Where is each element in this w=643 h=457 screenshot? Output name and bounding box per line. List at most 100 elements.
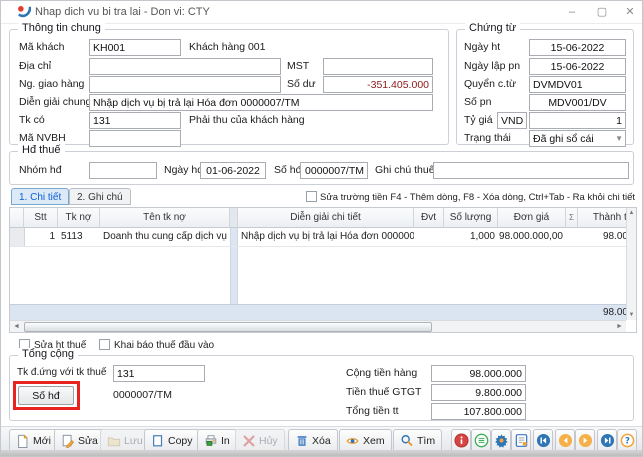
mst-input[interactable] [323,58,433,75]
nav-next-icon [578,433,593,448]
exchange-rate-label: Tỷ giá [464,114,493,126]
cell-dvt [414,228,444,246]
vat-amount-field[interactable] [431,384,526,401]
print-button[interactable]: In [197,429,237,452]
table-row[interactable]: 1 5113 Doanh thu cung cấp dịch vụ Nhập d… [10,228,626,247]
voucher-date-field[interactable] [529,58,626,75]
goods-total-label: Cộng tiền hàng [346,367,417,379]
header-don-gia[interactable]: Đơn giá [498,208,566,228]
input-tax-declare-label: Khai báo thuế đầu vào [114,340,214,351]
copy-label: Copy [168,435,193,447]
tax-note-input[interactable] [433,162,629,179]
cell-ten-tk-no: Doanh thu cung cấp dịch vụ [100,228,230,246]
input-tax-declare-checkbox[interactable] [99,339,110,350]
nav-last-icon [600,433,615,448]
header-sigma[interactable]: Σ [566,208,578,228]
voucher-number-field[interactable] [529,94,626,111]
invoice-number-field[interactable] [300,162,368,179]
tax-offset-account-input[interactable] [113,365,205,382]
scroll-left-icon[interactable]: ◄ [10,321,23,333]
cell-dien-giai: Nhập dịch vụ bị trả lại Hóa đơn 0000007/… [238,228,414,246]
view-button[interactable]: Xem [339,429,392,452]
balance-field[interactable] [323,76,433,93]
customer-name-text: Khách hàng 001 [189,41,265,53]
voucher-book-field[interactable] [529,76,626,93]
info-button[interactable] [451,429,471,452]
scroll-up-icon[interactable]: ▲ [627,208,636,218]
general-description-input[interactable] [89,94,433,111]
cell-don-gia: 98.000.000,00 [492,228,566,246]
minimize-button[interactable]: – [559,3,585,21]
tab-chi-tiet[interactable]: 1. Chi tiết [11,188,69,205]
header-ten-tk-no[interactable]: Tên tk nợ [100,208,230,228]
maximize-button[interactable]: ▢ [589,3,615,21]
delete-button[interactable]: Xóa [288,429,338,452]
invoice-number-button[interactable]: Số hđ [18,386,74,405]
header-indicator [10,208,24,228]
scroll-down-icon[interactable]: ▼ [627,310,636,320]
edit-money-field-checkbox[interactable] [306,191,317,202]
nav-prev-icon [558,433,573,448]
cancel-button: Hủy [235,429,285,452]
invoice-number-label: Số hđ [274,164,301,176]
horizontal-scrollbar[interactable]: ◄ ► [10,320,626,333]
copy-button[interactable]: Copy [144,429,200,452]
posting-date-field[interactable] [529,39,626,56]
tab-ghi-chu[interactable]: 2. Ghi chú [69,188,131,205]
window-title: Nhap dich vu bi tra lai - Don vi: CTY [35,6,210,18]
edit-button[interactable]: Sửa [54,429,105,452]
grand-total-field[interactable] [431,403,526,420]
horizontal-scroll-thumb[interactable] [24,322,432,332]
help-icon: ? [620,433,635,448]
find-label: Tìm [417,435,435,447]
new-button[interactable]: Mới [9,429,58,452]
salesperson-input[interactable] [89,130,181,147]
header-so-luong[interactable]: Số lượng [444,208,498,228]
nav-last-button[interactable] [597,429,617,452]
invoice-group-input[interactable] [89,162,157,179]
save-button: Lưu [100,429,150,452]
invoice-date-field[interactable] [200,162,266,179]
status-dropdown[interactable]: Đã ghi sổ cái ▼ [529,130,626,147]
header-splitter[interactable] [230,208,238,228]
credit-account-input[interactable] [89,112,181,129]
row-indicator [10,228,25,246]
settings-button[interactable] [491,429,511,452]
voucher-date-label: Ngày lập pn [464,60,520,72]
cell-so-luong: 1,000 [444,228,498,246]
goods-total-field[interactable] [431,365,526,382]
nav-first-button[interactable] [533,429,553,452]
scroll-right-icon[interactable]: ► [613,321,626,333]
invoice-group-label: Nhóm hđ [19,164,62,176]
customer-code-input[interactable] [89,39,181,56]
view-label: Xem [363,435,385,447]
voucher-book-label: Quyển c.từ [464,78,516,90]
svg-text:?: ? [625,436,630,446]
new-label: Mới [33,435,51,447]
delete-label: Xóa [312,435,331,447]
vertical-scrollbar[interactable]: ▲ ▼ [626,208,636,320]
print-icon [204,434,218,448]
header-dien-giai[interactable]: Diễn giải chi tiết [238,208,414,228]
help-button[interactable]: ? [617,429,637,452]
deliverer-input[interactable] [89,76,281,93]
find-button[interactable]: Tìm [393,429,442,452]
report-button[interactable] [511,429,531,452]
address-input[interactable] [89,58,281,75]
save-label: Lưu [124,435,143,447]
general-info-legend: Thông tin chung [18,22,105,34]
edit-icon [61,434,75,448]
report-icon [514,433,529,448]
header-dvt[interactable]: Đvt [414,208,444,228]
header-tk-no[interactable]: Tk nợ [58,208,100,228]
close-button[interactable]: ✕ [617,3,643,21]
currency-field[interactable] [497,112,527,129]
nav-prev-button[interactable] [555,429,575,452]
exchange-rate-field[interactable] [529,112,626,129]
header-stt[interactable]: Stt [24,208,58,228]
print-label: In [221,435,230,447]
grand-total-label: Tổng tiền tt [346,405,399,417]
nav-next-button[interactable] [575,429,595,452]
list-button[interactable] [471,429,491,452]
nav-first-icon [536,433,551,448]
